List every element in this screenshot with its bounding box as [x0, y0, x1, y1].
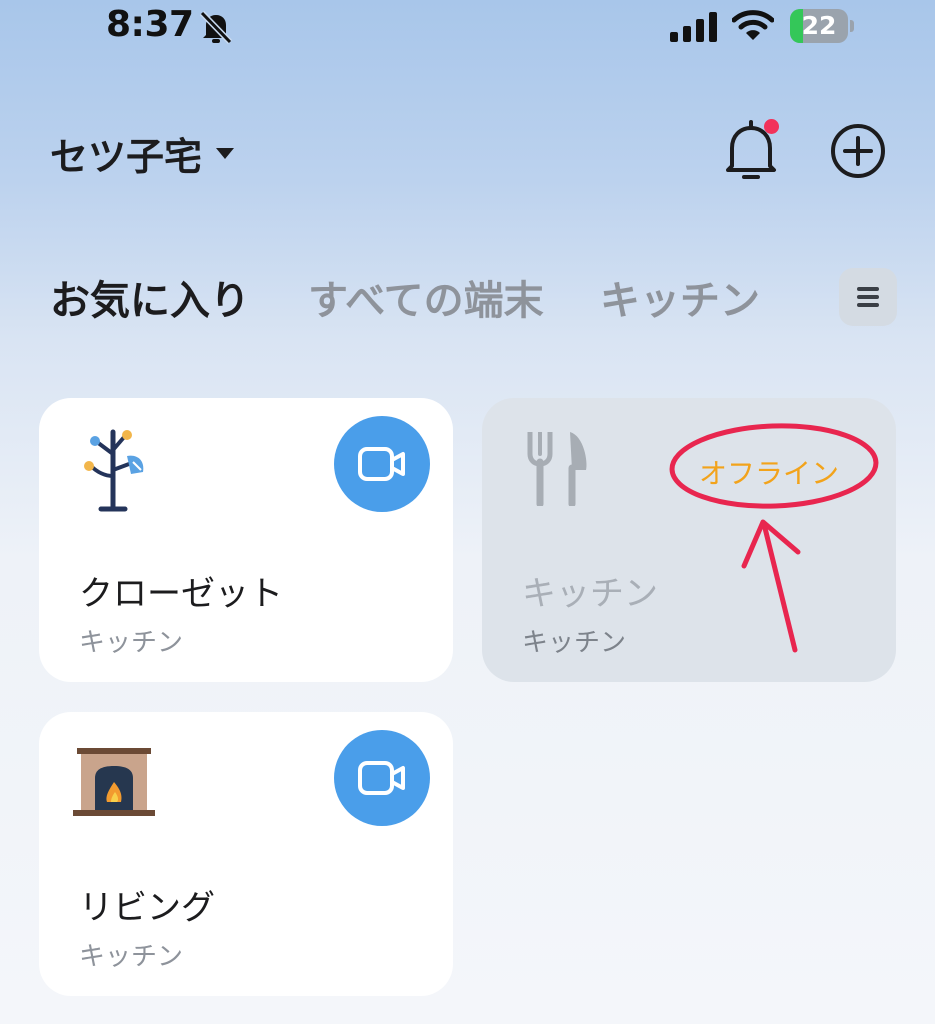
- device-name: リビング: [79, 888, 215, 928]
- camera-button[interactable]: [334, 730, 430, 826]
- fork-knife-icon: [527, 432, 587, 506]
- fireplace-icon: [73, 748, 155, 816]
- device-name: クローゼット: [79, 574, 283, 614]
- device-card-closet[interactable]: クローゼット キッチン: [39, 398, 453, 682]
- device-room: キッチン: [79, 628, 184, 658]
- tab-favorites[interactable]: お気に入り: [50, 268, 250, 326]
- battery-charging-icon: 22: [790, 9, 854, 43]
- bell-slash-icon: [199, 10, 233, 44]
- home-name: セツ子宅: [50, 135, 203, 179]
- video-camera-icon: [358, 447, 405, 481]
- home-selector[interactable]: セツ子宅: [50, 126, 235, 181]
- coat-rack-icon: [84, 429, 144, 512]
- device-room: キッチン: [79, 942, 184, 972]
- device-card-kitchen[interactable]: オフライン キッチン キッチン: [482, 398, 896, 682]
- add-circle-icon[interactable]: [830, 123, 886, 179]
- tab-all-devices[interactable]: すべての端末: [308, 268, 544, 326]
- notification-badge: [764, 119, 779, 134]
- camera-button[interactable]: [334, 416, 430, 512]
- tab-menu-button[interactable]: [839, 268, 897, 326]
- device-name: キッチン: [522, 574, 658, 614]
- status-time: 8:37: [106, 4, 194, 45]
- wifi-icon: [732, 10, 774, 40]
- device-card-living[interactable]: リビング キッチン: [39, 712, 453, 996]
- offline-status-badge: オフライン: [699, 457, 840, 490]
- status-bar: 8:37 22: [0, 0, 935, 56]
- caret-down-icon: [216, 148, 235, 159]
- tab-kitchen[interactable]: キッチン: [600, 268, 760, 326]
- battery-percent: 22: [801, 11, 837, 40]
- video-camera-icon: [358, 761, 405, 795]
- device-room: キッチン: [522, 628, 627, 658]
- cellular-signal-icon: [670, 12, 717, 42]
